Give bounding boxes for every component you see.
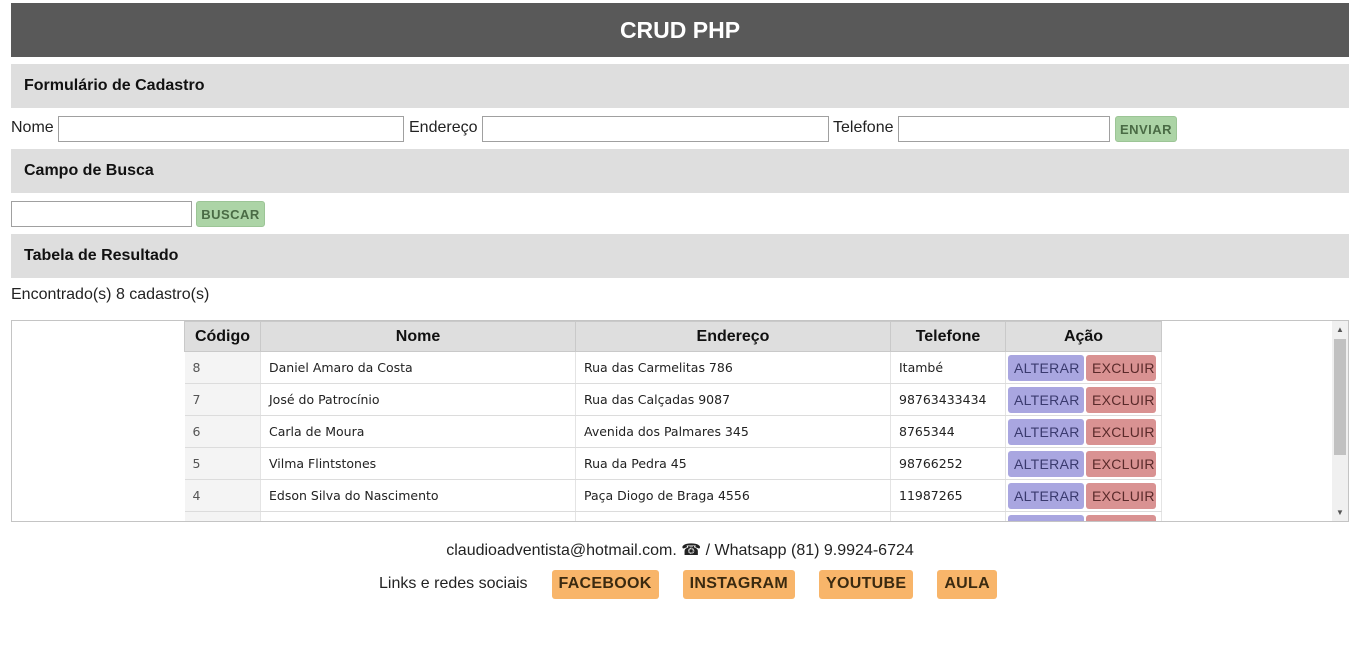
aula-link[interactable]: AULA [937,569,997,599]
results-table-container[interactable]: Código Nome Endereço Telefone Ação 8 Dan… [11,320,1349,522]
cell-telefone: 98766252 [890,447,1006,480]
contact-info: claudioadventista@hotmail.com. ☎ / Whats… [446,542,914,559]
excluir-button[interactable]: EXCLUIR [1086,450,1156,477]
cell-endereco: Rua das Calçadas 9087 [575,383,891,416]
search-section-title: Campo de Busca [24,162,154,179]
facebook-link[interactable]: FACEBOOK [551,569,659,599]
page-header: CRUD PHP [11,3,1349,57]
cell-codigo: 4 [184,479,261,512]
instagram-link[interactable]: INSTAGRAM [682,569,795,599]
alterar-button[interactable]: ALTERAR [1008,418,1084,445]
cell-acao: ALTERAREXCLUIR [1005,479,1162,512]
table-row: 8 Daniel Amaro da Costa Rua das Carmelit… [184,351,1162,384]
results-section-title: Tabela de Resultado [24,247,179,264]
cell-nome: Vilma Flintstones [260,447,576,480]
telefone-label: Telefone [833,119,894,136]
endereco-input[interactable] [482,116,829,142]
cell-acao: ALTERAREXCLUIR [1005,511,1162,521]
cell-codigo: 5 [184,447,261,480]
nome-label: Nome [11,119,54,136]
col-telefone: Telefone [890,321,1006,352]
cell-codigo [184,511,261,521]
telefone-input[interactable] [898,116,1110,142]
scroll-down-icon[interactable]: ▼ [1332,508,1348,517]
table-row: ALTERAREXCLUIR [184,511,1162,521]
cell-codigo: 6 [184,415,261,448]
cell-acao: ALTERAREXCLUIR [1005,351,1162,384]
cell-nome: Edson Silva do Nascimento [260,479,576,512]
scroll-up-icon[interactable]: ▲ [1332,325,1348,334]
excluir-button[interactable]: EXCLUIR [1086,418,1156,445]
results-count: Encontrado(s) 8 cadastro(s) [11,286,210,303]
table-row: 7 José do Patrocínio Rua das Calçadas 90… [184,383,1162,416]
cell-endereco: Paça Diogo de Braga 4556 [575,479,891,512]
page-title: CRUD PHP [619,16,741,43]
results-table: Código Nome Endereço Telefone Ação 8 Dan… [184,321,1162,521]
excluir-button[interactable]: EXCLUIR [1086,482,1156,509]
cell-endereco: Rua das Carmelitas 786 [575,351,891,384]
col-codigo: Código [184,321,261,352]
table-row: 5 Vilma Flintstones Rua da Pedra 45 9876… [184,447,1162,480]
nome-input[interactable] [58,116,404,142]
youtube-link[interactable]: YOUTUBE [819,569,914,599]
links-label: Links e redes sociais [379,575,528,592]
cell-endereco: Rua da Pedra 45 [575,447,891,480]
scroll-thumb[interactable] [1334,339,1346,455]
table-header-row: Código Nome Endereço Telefone Ação [184,321,1162,352]
cell-nome [260,511,576,521]
excluir-button[interactable]: EXCLUIR [1086,354,1156,381]
results-section-header: Tabela de Resultado [11,234,1349,278]
table-scrollbar[interactable]: ▲ ▼ [1332,321,1348,521]
cell-endereco: Avenida dos Palmares 345 [575,415,891,448]
cell-telefone: 11987265 [890,479,1006,512]
alterar-button[interactable]: ALTERAR [1008,450,1084,477]
alterar-button[interactable]: ALTERAR [1008,386,1084,413]
alterar-button[interactable]: ALTERAR [1008,482,1084,509]
enviar-button[interactable]: ENVIAR [1115,116,1177,142]
cell-endereco [575,511,891,521]
table-row: 4 Edson Silva do Nascimento Paça Diogo d… [184,479,1162,512]
endereco-label: Endereço [409,119,478,136]
col-acao: Ação [1005,321,1162,352]
form-section-header: Formulário de Cadastro [11,64,1349,108]
cell-acao: ALTERAREXCLUIR [1005,383,1162,416]
alterar-button[interactable]: ALTERAR [1008,514,1084,521]
cell-telefone: 98763433434 [890,383,1006,416]
cell-telefone: Itambé [890,351,1006,384]
cell-codigo: 7 [184,383,261,416]
excluir-button[interactable]: EXCLUIR [1086,386,1156,413]
cell-codigo: 8 [184,351,261,384]
cell-nome: José do Patrocínio [260,383,576,416]
cell-acao: ALTERAREXCLUIR [1005,447,1162,480]
col-nome: Nome [260,321,576,352]
cell-nome: Carla de Moura [260,415,576,448]
excluir-button[interactable]: EXCLUIR [1086,514,1156,521]
form-section-title: Formulário de Cadastro [24,77,205,94]
cell-telefone: 8765344 [890,415,1006,448]
search-section-header: Campo de Busca [11,149,1349,193]
buscar-button[interactable]: BUSCAR [196,201,265,227]
cell-nome: Daniel Amaro da Costa [260,351,576,384]
search-input[interactable] [11,201,192,227]
table-row: 6 Carla de Moura Avenida dos Palmares 34… [184,415,1162,448]
social-links: Links e redes sociais FACEBOOK INSTAGRAM… [379,569,1021,599]
alterar-button[interactable]: ALTERAR [1008,354,1084,381]
col-endereco: Endereço [575,321,891,352]
cell-acao: ALTERAREXCLUIR [1005,415,1162,448]
cell-telefone [890,511,1006,521]
